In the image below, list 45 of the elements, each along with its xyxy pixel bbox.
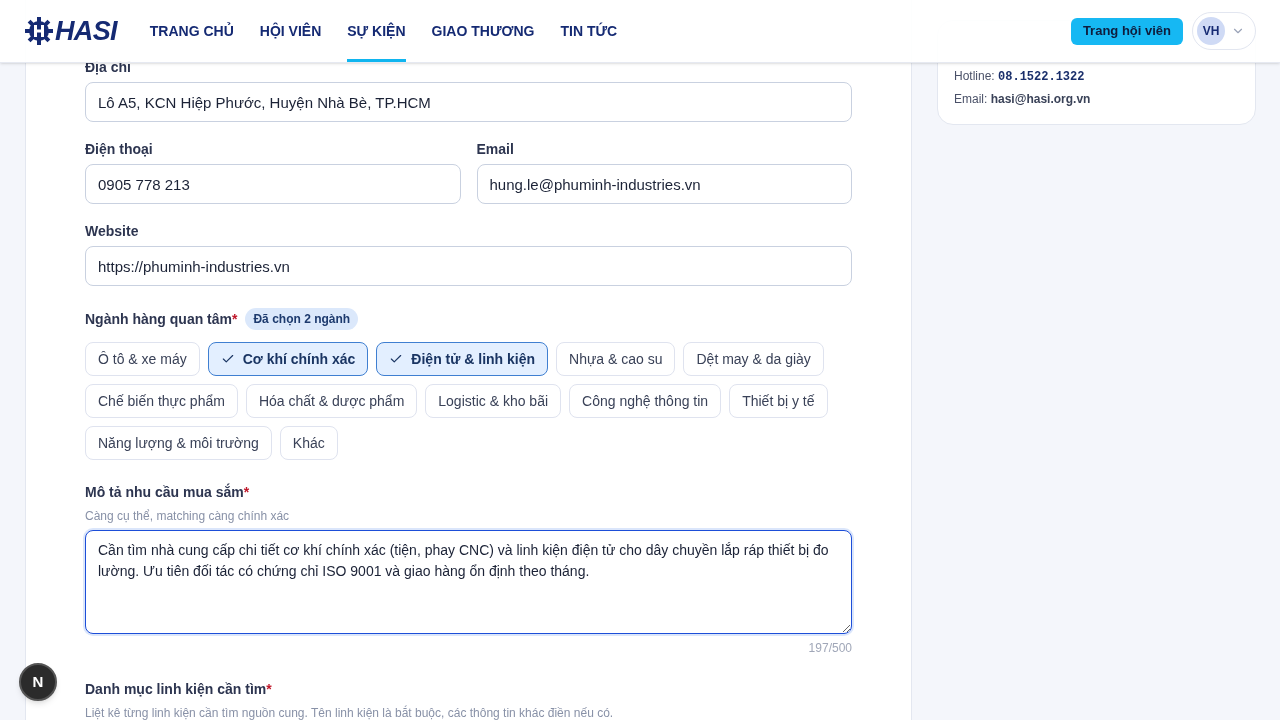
industry-chip[interactable]: Khác [279,426,338,460]
industry-chip[interactable]: Cơ khí chính xác [207,342,369,376]
hotline-text: Hotline: 08.1522.1322 [954,68,1086,86]
check-icon [220,352,235,366]
dev-tools-button[interactable]: N [19,663,57,701]
description-textarea[interactable]: Cần tìm nhà cung cấp chi tiết cơ khí chính xác (tiện, phay CNC) và linh kiện điện tử cho dây chuyền lắp ráp thiết bị đo lường. Ưu tiên đối tác có chứng chỉ ISO 9001 và giao hàng ổn định theo tháng. [85,530,852,634]
field-label: Email [476,141,515,158]
required-mark: * [266,681,272,697]
industry-chip[interactable]: Ô tô & xe máy [85,342,200,376]
nav-link[interactable]: HỘI VIÊN [259,0,322,62]
industry-chip[interactable]: Logistic & kho bãi [425,384,562,418]
member-page-button[interactable]: Trang hội viên [1070,17,1183,45]
industry-chip[interactable]: Điện tử & linh kiện [376,342,549,376]
nav-link[interactable]: TIN TỨC [560,0,618,62]
field-label: Mô tả nhu cầu mua sắm* [85,482,251,502]
field-label: Danh mục linh kiện cần tìm* [85,680,273,699]
logo[interactable]: HASI [25,17,117,45]
field-label: Ngành hàng quan tâm* [85,309,238,329]
field-label: Website [85,223,140,240]
email-text: Email: hasi@hasi.org.vn [954,91,1092,108]
selection-count-badge: Đã chọn 2 ngành [245,308,359,330]
input-field[interactable]: 0905 778 213 [85,164,461,204]
check-icon [389,352,404,366]
industry-chip[interactable]: Nhựa & cao su [556,342,676,376]
nav-link[interactable]: TRANG CHỦ [149,0,234,62]
industry-chip[interactable]: Dệt may & da giày [683,342,824,376]
industry-chip[interactable]: Công nghệ thông tin [569,384,722,418]
nav-link[interactable]: GIAO THƯƠNG [431,0,535,62]
required-mark: * [232,310,238,327]
field-hint: Càng cụ thể, matching càng chính xác [85,508,291,525]
input-field[interactable]: hung.le@phuminh-industries.vn [476,164,852,204]
character-counter: 197/500 [808,640,852,657]
industry-chip[interactable]: Năng lượng & môi trường [85,426,272,460]
logo-text: HASI [55,17,117,45]
industry-chip[interactable]: Chế biến thực phẩm [85,384,238,418]
field-label: Điện thoại [85,141,154,158]
field-hint: Liệt kê từng linh kiện cần tìm nguồn cung. Tên linh kiện là bắt buộc, các thông tin khác điền nếu có. [85,704,615,720]
input-field[interactable]: Lô A5, KCN Hiệp Phước, Huyện Nhà Bè, TP.HCM [85,82,852,122]
avatar: VH [1197,17,1225,45]
nav-link[interactable]: SỰ KIỆN [347,0,406,62]
required-mark: * [243,484,250,500]
account-menu-button[interactable]: VH [1192,12,1256,50]
industry-chip[interactable]: Hóa chất & dược phẩm [245,384,418,418]
industry-chip[interactable]: Thiết bị y tế [729,384,828,418]
input-field[interactable]: https://phuminh-industries.vn [85,246,852,286]
